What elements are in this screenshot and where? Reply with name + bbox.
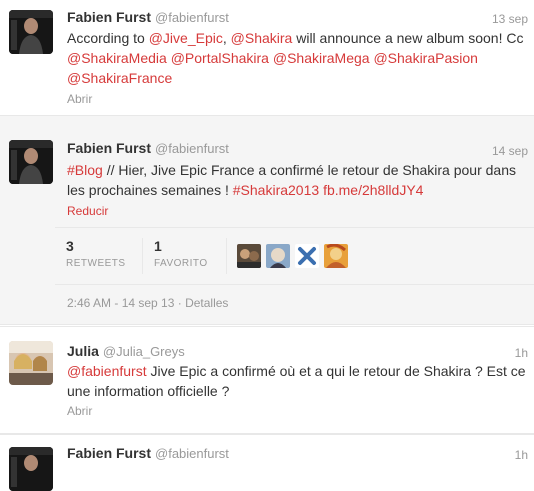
avatar[interactable]	[9, 10, 53, 54]
tweet-author[interactable]: Fabien Furst @fabienfurst	[67, 9, 229, 25]
author-handle[interactable]: @fabienfurst	[155, 10, 229, 25]
tweet-link[interactable]: @Jive_Epic	[149, 30, 223, 46]
retweets-count: 3	[66, 238, 74, 254]
author-name[interactable]: Fabien Furst	[67, 9, 151, 25]
tweet-link[interactable]: @ShakiraFrance	[67, 70, 172, 86]
author-handle[interactable]: @Julia_Greys	[103, 344, 185, 359]
tweet-text: #Blog // Hier, Jive Epic France a confir…	[67, 160, 528, 200]
stat-divider	[142, 238, 143, 274]
user-avatar-thumb[interactable]	[237, 244, 261, 268]
avatar-image	[9, 447, 53, 491]
author-name[interactable]: Fabien Furst	[67, 445, 151, 461]
expand-link[interactable]: Abrir	[67, 92, 92, 106]
expand-link[interactable]: Abrir	[67, 404, 92, 418]
tweet-link[interactable]: @ShakiraMedia	[67, 50, 167, 66]
avatar-image	[324, 244, 348, 268]
tweet-time[interactable]: 14 sep	[492, 144, 528, 158]
tweet-item[interactable]: Fabien Furst @fabienfurst 1h	[0, 434, 534, 491]
tweet-link[interactable]: @fabienfurst	[67, 363, 147, 379]
tweet-text-fragment: will announce a new album soon! Cc	[292, 30, 524, 46]
tweet-author[interactable]: Fabien Furst @fabienfurst	[67, 445, 229, 461]
user-avatar-thumb[interactable]	[324, 244, 348, 268]
tweet-time[interactable]: 13 sep	[492, 12, 528, 26]
avatar[interactable]	[9, 447, 53, 491]
avatar-image	[9, 140, 53, 184]
avatar[interactable]	[9, 140, 53, 184]
retweets-stat[interactable]: 3 RETWEETS	[66, 238, 126, 269]
tweet-text-fragment: According to	[67, 30, 149, 46]
tweet-text-fragment: ,	[222, 30, 231, 46]
tweet-author[interactable]: Julia @Julia_Greys	[67, 343, 185, 359]
separator-dot: ·	[174, 296, 186, 310]
tweet-timestamp-row: 2:46 AM - 14 sep 13 · Detalles	[67, 296, 228, 310]
tweet-text: According to @Jive_Epic, @Shakira will a…	[67, 28, 528, 88]
author-handle[interactable]: @fabienfurst	[155, 446, 229, 461]
tweet-link[interactable]: #Blog	[67, 162, 103, 178]
author-handle[interactable]: @fabienfurst	[155, 141, 229, 156]
tweet-link[interactable]: @PortalShakira	[171, 50, 269, 66]
retweets-label: RETWEETS	[66, 258, 126, 269]
collapse-link[interactable]: Reducir	[67, 204, 108, 218]
author-name[interactable]: Julia	[67, 343, 99, 359]
tweet-link[interactable]: @Shakira	[231, 30, 293, 46]
tweet-link[interactable]: @ShakiraPasion	[373, 50, 478, 66]
author-name[interactable]: Fabien Furst	[67, 140, 151, 156]
avatar[interactable]	[9, 341, 53, 385]
tweet-text: @fabienfurst Jive Epic a confirmé où et …	[67, 361, 528, 401]
avatar-image	[9, 10, 53, 54]
favorites-count: 1	[154, 238, 162, 254]
avatar-image	[266, 244, 290, 268]
tweet-stats: 3 RETWEETS 1 FAVORITO	[55, 227, 534, 285]
x-mark-icon	[295, 244, 319, 268]
user-avatar-thumb[interactable]	[295, 244, 319, 268]
tweet-time[interactable]: 1h	[515, 448, 528, 462]
tweet-item[interactable]: Julia @Julia_Greys 1h @fabienfurst Jive E…	[0, 326, 534, 434]
tweet-link[interactable]: fb.me/2h8lldJY4	[323, 182, 423, 198]
tweet-item[interactable]: Fabien Furst @fabienfurst 13 sep Accordin…	[0, 0, 534, 116]
tweet-time[interactable]: 1h	[515, 346, 528, 360]
tweet-link[interactable]: @ShakiraMega	[273, 50, 370, 66]
avatar-image	[237, 244, 261, 268]
tweet-timestamp[interactable]: 2:46 AM - 14 sep 13	[67, 296, 174, 310]
user-avatar-thumb[interactable]	[266, 244, 290, 268]
tweet-author[interactable]: Fabien Furst @fabienfurst	[67, 140, 229, 156]
details-link[interactable]: Detalles	[185, 296, 228, 310]
favorites-stat[interactable]: 1 FAVORITO	[154, 238, 208, 269]
tweet-link[interactable]: #Shakira2013	[233, 182, 319, 198]
avatar-image	[9, 341, 53, 385]
tweet-item-expanded[interactable]: Fabien Furst @fabienfurst 14 sep #Blog //…	[0, 116, 534, 325]
stat-divider	[226, 238, 227, 274]
favorites-label: FAVORITO	[154, 258, 208, 269]
